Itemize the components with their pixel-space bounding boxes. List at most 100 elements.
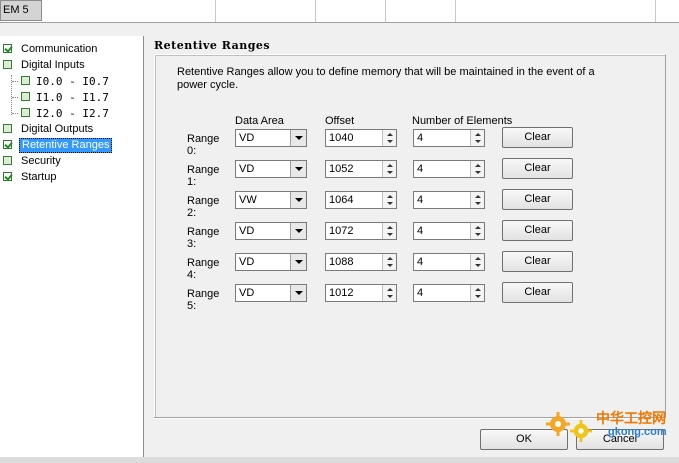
clear-button[interactable]: Clear: [502, 251, 573, 272]
watermark: 中华工控网 gkong.com: [546, 406, 676, 448]
chevron-down-icon[interactable]: [290, 254, 306, 270]
unchecked-icon[interactable]: [3, 156, 12, 165]
config-tree: Communication Digital Inputs I0.0 - I0.7…: [0, 36, 144, 463]
offset-spinner[interactable]: 1052: [325, 160, 397, 178]
count-spinner[interactable]: 4: [413, 160, 485, 178]
checked-icon[interactable]: [3, 140, 12, 149]
count-value: 4: [417, 225, 424, 237]
tree-item-label: I0.0 - I0.7: [36, 75, 109, 88]
chevron-down-icon[interactable]: [290, 285, 306, 301]
data-area-select[interactable]: VD: [235, 253, 307, 271]
offset-spinner[interactable]: 1072: [325, 222, 397, 240]
retentive-ranges-panel: Retentive Ranges Retentive Ranges allow …: [146, 36, 679, 463]
grid-cell[interactable]: [316, 0, 386, 22]
count-value: 4: [417, 163, 424, 175]
module-label: EM 5: [3, 4, 29, 16]
offset-value: 1040: [329, 132, 354, 144]
unchecked-icon[interactable]: [21, 108, 30, 117]
grid-cell[interactable]: [456, 0, 656, 22]
grid-cell[interactable]: [386, 0, 456, 22]
checked-icon[interactable]: [3, 44, 12, 53]
offset-value: 1012: [329, 287, 354, 299]
data-area-select[interactable]: VW: [235, 191, 307, 209]
chevron-down-icon[interactable]: [290, 192, 306, 208]
clear-button[interactable]: Clear: [502, 282, 573, 303]
spin-arrows-icon[interactable]: [470, 285, 484, 301]
range-label: Range 4:: [187, 257, 220, 281]
chevron-down-icon[interactable]: [290, 161, 306, 177]
spin-arrows-icon[interactable]: [470, 254, 484, 270]
unchecked-icon[interactable]: [21, 76, 30, 85]
offset-spinner[interactable]: 1064: [325, 191, 397, 209]
count-value: 4: [417, 194, 424, 206]
data-area-select[interactable]: VD: [235, 160, 307, 178]
count-spinner[interactable]: 4: [413, 253, 485, 271]
checked-icon[interactable]: [3, 172, 12, 181]
clear-button[interactable]: Clear: [502, 189, 573, 210]
tree-connector: [12, 81, 18, 82]
column-header-count: Number of Elements: [412, 115, 513, 127]
range-label: Range 2:: [187, 195, 220, 219]
range-label: Range 0:: [187, 133, 220, 157]
range-label: Range 3:: [187, 226, 220, 250]
column-header-data-area: Data Area: [235, 115, 284, 127]
offset-spinner[interactable]: 1088: [325, 253, 397, 271]
range-label: Range 5:: [187, 288, 220, 312]
spin-arrows-icon[interactable]: [470, 192, 484, 208]
gear-icon: [570, 420, 592, 442]
data-area-value: VW: [239, 194, 257, 206]
tree-item-label: Startup: [21, 171, 57, 183]
count-value: 4: [417, 132, 424, 144]
tree-connector: [12, 113, 18, 114]
spin-arrows-icon[interactable]: [470, 223, 484, 239]
module-cell-em5[interactable]: EM 5: [0, 0, 42, 21]
data-area-select[interactable]: VD: [235, 129, 307, 147]
data-area-value: VD: [239, 163, 255, 175]
tree-item-label: Security: [21, 155, 61, 167]
clear-button[interactable]: Clear: [502, 127, 573, 148]
spin-arrows-icon[interactable]: [382, 192, 396, 208]
count-spinner[interactable]: 4: [413, 284, 485, 302]
offset-value: 1072: [329, 225, 354, 237]
offset-value: 1052: [329, 163, 354, 175]
data-area-select[interactable]: VD: [235, 284, 307, 302]
panel-description: Retentive Ranges allow you to define mem…: [177, 66, 595, 91]
spin-arrows-icon[interactable]: [470, 130, 484, 146]
clear-button[interactable]: Clear: [502, 220, 573, 241]
unchecked-icon[interactable]: [3, 60, 12, 69]
data-area-value: VD: [239, 287, 255, 299]
spin-arrows-icon[interactable]: [382, 161, 396, 177]
spin-arrows-icon[interactable]: [382, 254, 396, 270]
spin-arrows-icon[interactable]: [382, 223, 396, 239]
tree-item-label: I1.0 - I1.7: [36, 91, 109, 104]
offset-spinner[interactable]: 1040: [325, 129, 397, 147]
count-spinner[interactable]: 4: [413, 222, 485, 240]
data-area-select[interactable]: VD: [235, 222, 307, 240]
count-spinner[interactable]: 4: [413, 191, 485, 209]
clear-button[interactable]: Clear: [502, 158, 573, 179]
offset-spinner[interactable]: 1012: [325, 284, 397, 302]
unchecked-icon[interactable]: [21, 92, 30, 101]
grid-cell[interactable]: [42, 0, 216, 22]
module-grid: EM 5: [0, 0, 679, 23]
tree-item-label: Digital Inputs: [21, 59, 85, 71]
tree-item-label: Communication: [21, 43, 98, 55]
chevron-down-icon[interactable]: [290, 223, 306, 239]
spin-arrows-icon[interactable]: [382, 130, 396, 146]
tree-connector: [12, 97, 18, 98]
data-area-value: VD: [239, 256, 255, 268]
spin-arrows-icon[interactable]: [470, 161, 484, 177]
count-value: 4: [417, 287, 424, 299]
grid-cell[interactable]: [216, 0, 316, 22]
panel-title: Retentive Ranges: [154, 39, 271, 52]
tree-item-label: I2.0 - I2.7: [36, 107, 109, 120]
spin-arrows-icon[interactable]: [382, 285, 396, 301]
data-area-value: VD: [239, 132, 255, 144]
count-spinner[interactable]: 4: [413, 129, 485, 147]
chevron-down-icon[interactable]: [290, 130, 306, 146]
watermark-url: gkong.com: [608, 426, 667, 438]
gear-icon: [546, 412, 570, 436]
offset-value: 1064: [329, 194, 354, 206]
unchecked-icon[interactable]: [3, 124, 12, 133]
range-label: Range 1:: [187, 164, 220, 188]
